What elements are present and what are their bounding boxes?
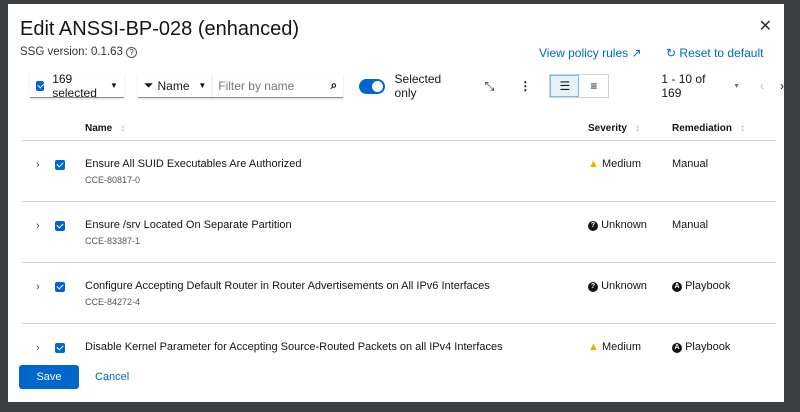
caret-down-icon[interactable]: ▼ bbox=[733, 83, 740, 90]
expand-row-icon[interactable]: › bbox=[36, 159, 40, 171]
help-icon[interactable]: ? bbox=[125, 47, 137, 58]
ssg-version: SSG version: 0.1.63? bbox=[20, 46, 137, 58]
sort-icon: ↕ bbox=[120, 123, 126, 134]
reset-label: Reset to default bbox=[679, 46, 764, 60]
warning-icon: ▲ bbox=[588, 341, 599, 353]
kebab-menu-icon[interactable]: ⋮ bbox=[519, 79, 531, 93]
remediation: Manual bbox=[672, 158, 708, 170]
filter-attribute-select[interactable]: ⏷ Name ▼ bbox=[137, 74, 213, 98]
severity: ? Unknown bbox=[588, 219, 647, 231]
severity-label: Unknown bbox=[601, 219, 647, 231]
severity: ▲ Medium bbox=[588, 158, 641, 170]
row-checkbox[interactable] bbox=[55, 160, 65, 170]
warning-icon: ▲ bbox=[588, 158, 599, 170]
remediation-label: Playbook bbox=[685, 341, 731, 353]
edit-policy-modal: Edit ANSSI-BP-028 (enhanced) ✕ SSG versi… bbox=[8, 4, 784, 402]
header-label: Name bbox=[85, 123, 113, 134]
column-header-name[interactable]: Name ↕ bbox=[85, 123, 125, 134]
ssg-version-text: SSG version: 0.1.63 bbox=[20, 46, 123, 58]
filter-attribute-label: Name bbox=[157, 78, 190, 93]
cancel-button[interactable]: Cancel bbox=[95, 371, 129, 383]
selected-only-toggle[interactable] bbox=[359, 78, 385, 94]
expand-row-icon[interactable]: › bbox=[36, 220, 40, 232]
redo-icon: ↻ bbox=[666, 46, 677, 60]
list-view-icon[interactable]: ☰ bbox=[550, 75, 580, 97]
remediation-label: Manual bbox=[672, 158, 709, 170]
prev-page-icon[interactable]: ‹ bbox=[760, 79, 764, 93]
bulk-select-dropdown[interactable]: 169 selected ▼ bbox=[30, 71, 124, 100]
rule-cce: CCE-84272-4 bbox=[85, 297, 141, 307]
ansible-icon: A bbox=[672, 282, 682, 292]
compact-view-icon[interactable]: ≡ bbox=[579, 75, 608, 97]
bulk-select-checkbox[interactable] bbox=[36, 80, 45, 91]
row-checkbox[interactable] bbox=[55, 221, 65, 231]
rule-cce: CCE-83387-1 bbox=[85, 236, 141, 246]
ansible-icon: A bbox=[672, 343, 682, 353]
rule-name: Configure Accepting Default Router in Ro… bbox=[85, 280, 490, 292]
selected-count: 169 selected bbox=[52, 71, 97, 100]
remediation: A Playbook bbox=[672, 280, 730, 292]
view-policy-rules-link[interactable]: View policy rules ↗ bbox=[539, 46, 642, 60]
filter-icon: ⏷ bbox=[143, 78, 154, 92]
table-row: › Ensure All SUID Executables Are Authori… bbox=[22, 140, 776, 201]
rule-name: Disable Kernel Parameter for Accepting S… bbox=[85, 341, 503, 353]
header-label: Severity bbox=[588, 123, 627, 134]
question-circle-icon: ? bbox=[588, 282, 598, 292]
severity: ? Unknown bbox=[588, 280, 647, 292]
sort-icon: ↕ bbox=[634, 123, 640, 134]
table-row: › Configure Accepting Default Router in R… bbox=[22, 262, 776, 323]
remediation-label: Playbook bbox=[685, 280, 731, 292]
external-link-icon: ↗ bbox=[631, 46, 642, 60]
selected-only-label: Selected only bbox=[394, 72, 442, 100]
question-circle-icon: ? bbox=[588, 221, 598, 231]
view-policy-rules-label: View policy rules bbox=[539, 46, 629, 60]
column-header-severity[interactable]: Severity ↕ bbox=[588, 123, 640, 134]
remediation: A Playbook bbox=[672, 341, 730, 353]
rule-name: Ensure All SUID Executables Are Authoriz… bbox=[85, 158, 302, 170]
remediation: Manual bbox=[672, 219, 708, 231]
caret-down-icon: ▼ bbox=[198, 81, 207, 90]
reset-to-default-button[interactable]: ↻ Reset to default bbox=[666, 46, 763, 60]
table-row: › Ensure /srv Located On Separate Partiti… bbox=[22, 201, 776, 262]
expand-row-icon[interactable]: › bbox=[36, 342, 40, 354]
save-button[interactable]: Save bbox=[19, 365, 79, 389]
close-icon[interactable]: ✕ bbox=[759, 16, 772, 36]
sort-icon: ↕ bbox=[740, 123, 746, 134]
filter-placeholder: Filter by name bbox=[218, 78, 295, 93]
severity-label: Unknown bbox=[601, 280, 647, 292]
collapse-icon[interactable]: ⤡ bbox=[485, 79, 495, 94]
severity-label: Medium bbox=[601, 341, 642, 353]
modal-footer: Save Cancel bbox=[8, 360, 784, 402]
search-icon: ⌕ bbox=[330, 78, 338, 92]
rule-name: Ensure /srv Located On Separate Partitio… bbox=[85, 219, 292, 231]
severity: ▲ Medium bbox=[588, 341, 641, 353]
view-toggle: ☰ ≡ bbox=[549, 74, 610, 98]
pagination-range[interactable]: 1 - 10 of 169 bbox=[661, 72, 727, 100]
rule-cce: CCE-80817-0 bbox=[85, 175, 141, 185]
caret-down-icon: ▼ bbox=[109, 81, 118, 90]
header-label: Remediation bbox=[672, 123, 733, 134]
row-checkbox[interactable] bbox=[55, 343, 65, 353]
filter-input[interactable]: Filter by name ⌕ bbox=[212, 74, 344, 98]
modal-title: Edit ANSSI-BP-028 (enhanced) bbox=[20, 18, 300, 40]
row-checkbox[interactable] bbox=[55, 282, 65, 292]
expand-row-icon[interactable]: › bbox=[36, 281, 40, 293]
severity-label: Medium bbox=[601, 158, 642, 170]
remediation-label: Manual bbox=[672, 219, 709, 231]
toolbar: 169 selected ▼ ⏷ Name ▼ Filter by name ⌕ … bbox=[30, 71, 784, 100]
column-header-remediation[interactable]: Remediation ↕ bbox=[672, 123, 745, 134]
next-page-icon[interactable]: › bbox=[780, 79, 784, 93]
